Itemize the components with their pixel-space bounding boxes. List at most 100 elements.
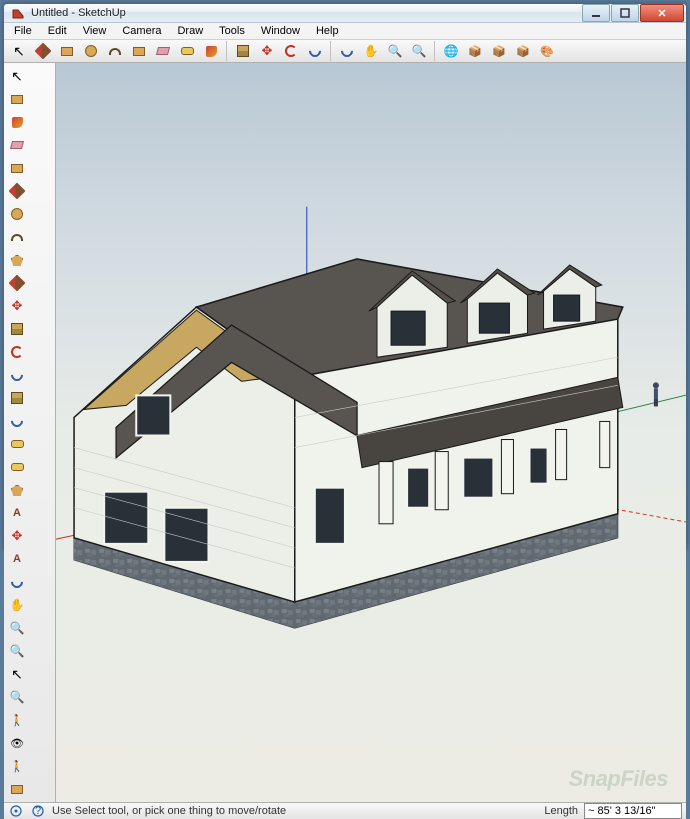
orbit-button[interactable] <box>6 571 28 593</box>
zoom-extents-button[interactable]: 🔍 <box>408 40 430 62</box>
rectangle-icon <box>133 47 145 56</box>
tape-icon <box>11 463 24 471</box>
measurement-input[interactable] <box>584 803 682 819</box>
follow-me-button[interactable] <box>6 364 28 386</box>
move-button[interactable]: ✥ <box>6 295 28 317</box>
move-button[interactable]: ✥ <box>256 40 278 62</box>
menu-tools[interactable]: Tools <box>211 23 253 39</box>
rotate-button[interactable] <box>6 341 28 363</box>
tape-icon <box>11 440 24 448</box>
add-location-button[interactable]: 🌐 <box>440 40 462 62</box>
orbit-button[interactable] <box>336 40 358 62</box>
select-button[interactable]: ↖ <box>6 65 28 87</box>
line-button[interactable] <box>32 40 54 62</box>
section-plane-button[interactable] <box>6 778 28 800</box>
eraser-icon <box>156 47 170 55</box>
freehand-button[interactable] <box>6 272 28 294</box>
orbit-icon <box>9 574 26 591</box>
scale-button[interactable] <box>6 387 28 409</box>
move-icon: ✥ <box>12 528 23 544</box>
3d-text-button[interactable]: A <box>6 548 28 570</box>
cursor-icon: ↖ <box>11 68 23 85</box>
palette-icon: 🎨 <box>540 45 554 58</box>
arc-button[interactable] <box>104 40 126 62</box>
menu-edit[interactable]: Edit <box>40 23 75 39</box>
cursor-icon: ↖ <box>11 666 23 683</box>
pencil-icon <box>9 275 26 292</box>
extension-warehouse-button[interactable]: 📦 <box>512 40 534 62</box>
select-button[interactable]: ↖ <box>8 40 30 62</box>
paint-bucket-button[interactable] <box>6 111 28 133</box>
model-viewport[interactable]: SnapFiles <box>56 63 686 802</box>
protractor-button[interactable] <box>6 479 28 501</box>
person-icon: 🚶 <box>10 760 24 773</box>
tape-measure-button[interactable] <box>176 40 198 62</box>
circle-button[interactable] <box>80 40 102 62</box>
rectangle-icon <box>11 785 23 794</box>
geolocation-icon[interactable] <box>8 803 24 819</box>
dimension-button[interactable] <box>6 456 28 478</box>
zoom-extents-button[interactable]: 🔍 <box>6 686 28 708</box>
rotate-icon <box>11 346 23 358</box>
axes-button[interactable]: ✥ <box>6 525 28 547</box>
maximize-button[interactable] <box>611 4 639 22</box>
rectangle-button[interactable] <box>6 157 28 179</box>
toolbar-left: ↖✥A✥A✋🔍🔍↖🔍🚶👁🚶 <box>4 63 56 802</box>
line-button[interactable] <box>6 180 28 202</box>
pencil-icon <box>9 183 26 200</box>
menu-view[interactable]: View <box>75 23 115 39</box>
arc-button[interactable] <box>6 226 28 248</box>
position-camera-button[interactable]: 🚶 <box>6 709 28 731</box>
content-area: ↖✥A✥A✋🔍🔍↖🔍🚶👁🚶 <box>4 63 686 802</box>
offset-button[interactable] <box>304 40 326 62</box>
look-around-button[interactable]: 👁 <box>6 732 28 754</box>
separator <box>226 41 228 61</box>
text-button[interactable]: A <box>6 502 28 524</box>
polygon-button[interactable] <box>6 249 28 271</box>
menu-help[interactable]: Help <box>308 23 347 39</box>
walk-button[interactable]: 🚶 <box>6 755 28 777</box>
length-label: Length <box>544 805 578 817</box>
box-icon: 📦 <box>468 45 482 58</box>
paint-bucket-button[interactable] <box>200 40 222 62</box>
eraser-button[interactable] <box>6 134 28 156</box>
minimize-button[interactable] <box>582 4 610 22</box>
orbit-icon <box>9 413 26 430</box>
text-icon: A <box>13 553 21 565</box>
upload-button[interactable]: 📦 <box>488 40 510 62</box>
credits-icon[interactable]: ? <box>30 803 46 819</box>
make-component-button[interactable] <box>6 88 28 110</box>
menubar: FileEditViewCameraDrawToolsWindowHelp <box>4 23 686 40</box>
make-component-button[interactable] <box>128 40 150 62</box>
zoom-window-button[interactable]: 🔍 <box>6 640 28 662</box>
rectangle-icon <box>11 164 23 173</box>
zoom-button[interactable]: 🔍 <box>6 617 28 639</box>
layers-button[interactable]: 🎨 <box>536 40 558 62</box>
menu-camera[interactable]: Camera <box>114 23 169 39</box>
circle-button[interactable] <box>6 203 28 225</box>
eye-icon: 👁 <box>10 737 24 750</box>
zoom-button[interactable]: 🔍 <box>384 40 406 62</box>
pushpull-icon <box>11 323 23 335</box>
offset-button[interactable] <box>6 410 28 432</box>
menu-window[interactable]: Window <box>253 23 308 39</box>
eraser-button[interactable] <box>152 40 174 62</box>
tape-measure-button[interactable] <box>6 433 28 455</box>
pencil-icon <box>35 43 52 60</box>
previous-button[interactable]: ↖ <box>6 663 28 685</box>
rotate-button[interactable] <box>280 40 302 62</box>
push-pull-button[interactable] <box>6 318 28 340</box>
orbit-icon <box>307 43 324 60</box>
pan-button[interactable]: ✋ <box>360 40 382 62</box>
rectangle-button[interactable] <box>56 40 78 62</box>
close-button[interactable] <box>640 4 684 22</box>
window-title: Untitled - SketchUp <box>31 7 581 19</box>
box-icon: 📦 <box>492 45 506 58</box>
orbit-icon <box>9 367 26 384</box>
pan-button[interactable]: ✋ <box>6 594 28 616</box>
menu-file[interactable]: File <box>6 23 40 39</box>
menu-draw[interactable]: Draw <box>169 23 211 39</box>
statusbar: ? Use Select tool, or pick one thing to … <box>4 802 686 819</box>
get-models-button[interactable]: 📦 <box>464 40 486 62</box>
push-pull-button[interactable] <box>232 40 254 62</box>
